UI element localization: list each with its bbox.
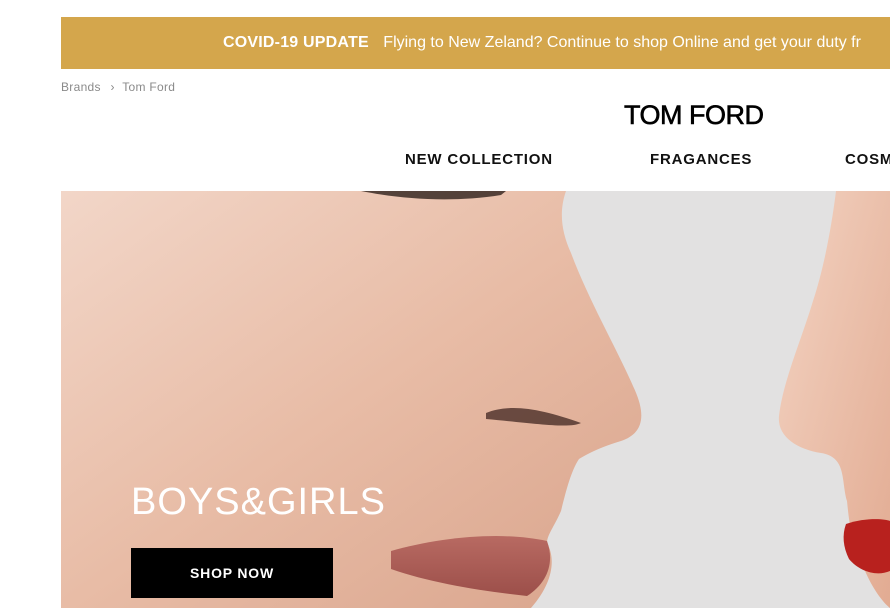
chevron-right-icon: › [110,80,115,94]
nav-item-cosmetics[interactable]: COSM [845,151,890,168]
hero-title: BOYS&GIRLS [131,481,386,523]
banner-message: Flying to New Zeland? Continue to shop O… [383,34,861,51]
breadcrumb-item-current: Tom Ford [122,80,176,94]
hero-image [61,191,890,608]
shop-now-button[interactable]: SHOP NOW [131,548,333,598]
hero-banner[interactable]: BOYS&GIRLS SHOP NOW [61,191,890,608]
brand-logo[interactable]: TOM FORD [624,100,765,131]
page: COVID-19 UPDATE Flying to New Zeland? Co… [0,0,890,608]
nav-item-fragances[interactable]: FRAGANCES [650,151,752,168]
banner-heading: COVID-19 UPDATE [223,34,369,51]
main-nav: NEW COLLECTION FRAGANCES COSM [0,151,890,173]
nav-item-new-collection[interactable]: NEW COLLECTION [405,151,553,168]
covid-update-banner[interactable]: COVID-19 UPDATE Flying to New Zeland? Co… [61,17,890,69]
breadcrumb-item-brands[interactable]: Brands [61,80,101,94]
breadcrumb: Brands › Tom Ford [61,80,175,94]
